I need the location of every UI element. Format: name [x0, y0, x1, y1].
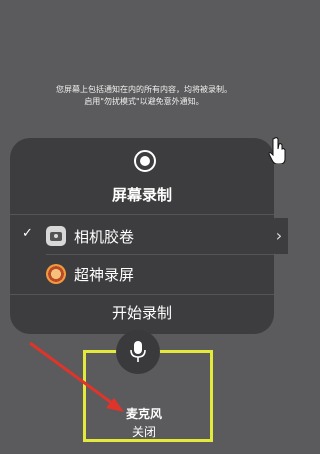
- annotation-arrow: [29, 341, 124, 412]
